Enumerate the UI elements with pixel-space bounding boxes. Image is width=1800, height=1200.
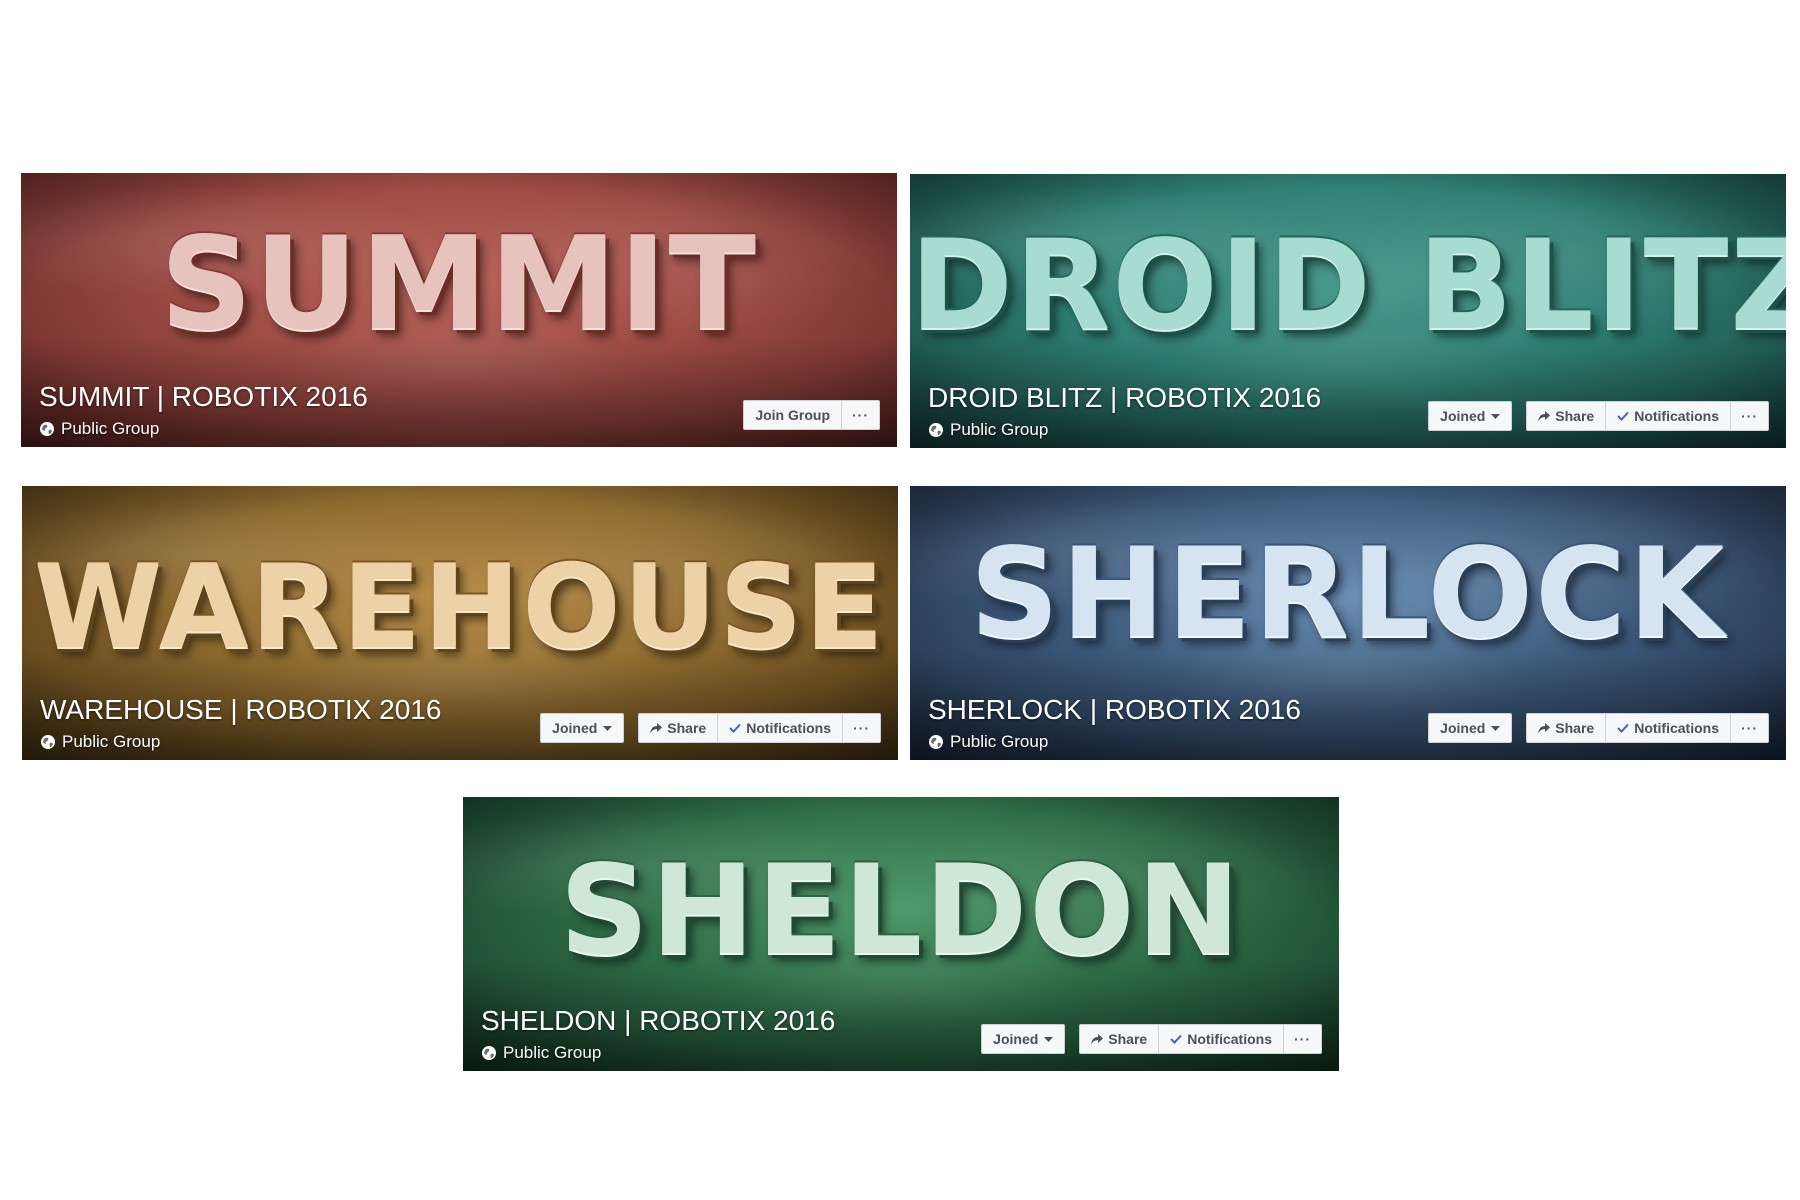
group-privacy: Public Group: [928, 732, 1048, 752]
joined-button-group: Joined: [1428, 401, 1513, 431]
more-button[interactable]: ···: [842, 714, 880, 742]
privacy-label: Public Group: [503, 1043, 602, 1062]
group-privacy: Public Group: [928, 420, 1048, 440]
group-privacy: Public Group: [481, 1043, 601, 1063]
joined-button-group: Joined: [981, 1024, 1066, 1054]
caret-down-icon: [1491, 725, 1501, 731]
cover-actions: Join Group ···: [729, 400, 880, 430]
globe-icon: [929, 735, 943, 749]
privacy-label: Public Group: [62, 732, 161, 751]
joined-label: Joined: [993, 1031, 1039, 1047]
share-button[interactable]: Share: [1527, 714, 1605, 742]
caret-down-icon: [1044, 1036, 1054, 1042]
group-name[interactable]: SHELDON | ROBOTIX 2016: [481, 1005, 835, 1037]
more-button[interactable]: ···: [1283, 1025, 1321, 1053]
share-label: Share: [1555, 408, 1595, 424]
notifications-label: Notifications: [746, 720, 831, 736]
more-button[interactable]: ···: [841, 401, 879, 429]
cover-actions: Joined Share Notifications ···: [1414, 713, 1769, 743]
check-icon: [1170, 1034, 1182, 1044]
globe-icon: [40, 422, 54, 436]
cover-big-title: WAREHOUSE: [34, 540, 886, 675]
group-privacy: Public Group: [40, 732, 160, 752]
share-button-group: Share Notifications ···: [638, 713, 881, 743]
notifications-label: Notifications: [1634, 720, 1719, 736]
privacy-label: Public Group: [950, 732, 1049, 751]
joined-button[interactable]: Joined: [1429, 714, 1511, 742]
join-button-group: Join Group ···: [743, 400, 880, 430]
globe-icon: [482, 1046, 496, 1060]
share-button[interactable]: Share: [639, 714, 717, 742]
caret-down-icon: [603, 725, 613, 731]
share-button-group: Share Notifications ···: [1079, 1024, 1322, 1054]
cover-summit: SUMMIT SUMMIT | ROBOTIX 2016 Public Grou…: [21, 173, 897, 447]
group-name[interactable]: WAREHOUSE | ROBOTIX 2016: [40, 694, 441, 726]
share-button-group: Share Notifications ···: [1526, 713, 1769, 743]
cover-droid-blitz: DROID BLITZ DROID BLITZ | ROBOTIX 2016 P…: [910, 174, 1786, 448]
cover-actions: Joined Share Notifications ···: [1414, 401, 1769, 431]
cover-big-title: SHERLOCK: [969, 522, 1727, 666]
group-privacy: Public Group: [39, 419, 159, 439]
check-icon: [1617, 723, 1629, 733]
globe-icon: [41, 735, 55, 749]
share-button[interactable]: Share: [1527, 402, 1605, 430]
share-label: Share: [1555, 720, 1595, 736]
cover-sherlock: SHERLOCK SHERLOCK | ROBOTIX 2016 Public …: [910, 486, 1786, 760]
cover-big-title: SUMMIT: [160, 210, 758, 359]
notifications-button[interactable]: Notifications: [1605, 402, 1730, 430]
group-name[interactable]: DROID BLITZ | ROBOTIX 2016: [928, 382, 1321, 414]
notifications-button[interactable]: Notifications: [1605, 714, 1730, 742]
share-label: Share: [667, 720, 707, 736]
joined-label: Joined: [1440, 720, 1486, 736]
caret-down-icon: [1491, 413, 1501, 419]
notifications-button[interactable]: Notifications: [1158, 1025, 1283, 1053]
group-name[interactable]: SUMMIT | ROBOTIX 2016: [39, 381, 368, 413]
share-button[interactable]: Share: [1080, 1025, 1158, 1053]
check-icon: [729, 723, 741, 733]
group-name[interactable]: SHERLOCK | ROBOTIX 2016: [928, 694, 1301, 726]
cover-actions: Joined Share Notifications ···: [526, 713, 881, 743]
joined-button-group: Joined: [1428, 713, 1513, 743]
cover-sheldon: SHELDON SHELDON | ROBOTIX 2016 Public Gr…: [463, 797, 1339, 1071]
privacy-label: Public Group: [61, 419, 160, 438]
share-arrow-icon: [1091, 1033, 1104, 1045]
more-button[interactable]: ···: [1730, 402, 1768, 430]
joined-label: Joined: [552, 720, 598, 736]
share-arrow-icon: [1538, 410, 1551, 422]
share-arrow-icon: [1538, 722, 1551, 734]
privacy-label: Public Group: [950, 420, 1049, 439]
notifications-label: Notifications: [1634, 408, 1719, 424]
cover-big-title: SHELDON: [559, 839, 1243, 983]
joined-button[interactable]: Joined: [541, 714, 623, 742]
joined-button-group: Joined: [540, 713, 625, 743]
share-label: Share: [1108, 1031, 1148, 1047]
joined-button[interactable]: Joined: [982, 1025, 1064, 1053]
check-icon: [1617, 411, 1629, 421]
cover-warehouse: WAREHOUSE WAREHOUSE | ROBOTIX 2016 Publi…: [22, 486, 898, 760]
globe-icon: [929, 423, 943, 437]
joined-label: Joined: [1440, 408, 1486, 424]
share-button-group: Share Notifications ···: [1526, 401, 1769, 431]
cover-actions: Joined Share Notifications ···: [967, 1024, 1322, 1054]
share-arrow-icon: [650, 722, 663, 734]
cover-big-title: DROID BLITZ: [910, 214, 1786, 358]
more-button[interactable]: ···: [1730, 714, 1768, 742]
join-group-button[interactable]: Join Group: [744, 401, 841, 429]
joined-button[interactable]: Joined: [1429, 402, 1511, 430]
notifications-button[interactable]: Notifications: [717, 714, 842, 742]
notifications-label: Notifications: [1187, 1031, 1272, 1047]
